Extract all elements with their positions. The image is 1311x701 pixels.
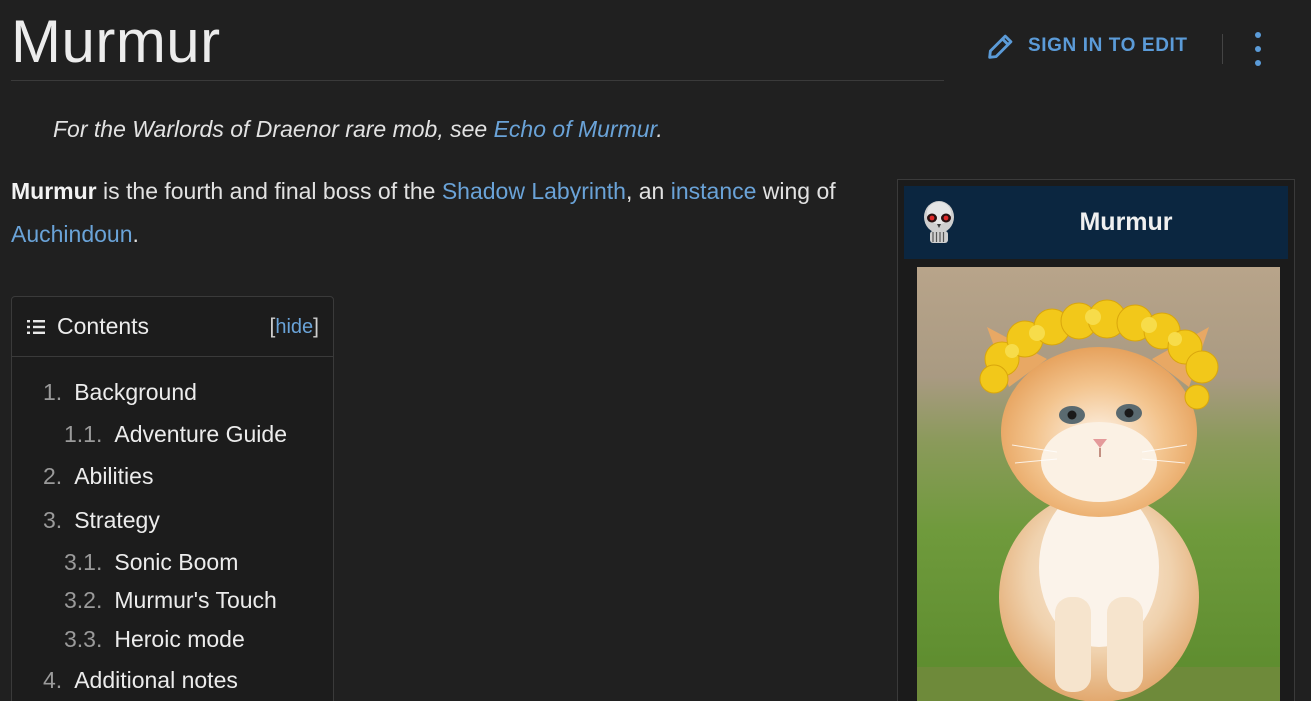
toc-hide-link[interactable]: hide xyxy=(275,316,313,338)
more-options-icon[interactable] xyxy=(1249,32,1267,66)
toc-item-heroic-mode[interactable]: 3.3. Heroic mode xyxy=(64,626,245,653)
toc-item-label: Heroic mode xyxy=(114,626,245,652)
toc-item-number: 3.3. xyxy=(64,626,103,652)
infobox-title: Murmur xyxy=(1079,208,1173,236)
table-of-contents: Contents [hide] 1. Background 1.1. Adventu… xyxy=(11,296,334,701)
infobox-header: Murmur xyxy=(904,186,1288,259)
link-shadow-labyrinth[interactable]: Shadow Labyrinth xyxy=(442,178,626,204)
toc-item-additional-notes[interactable]: 4. Additional notes xyxy=(43,667,238,694)
toc-item-background[interactable]: 1. Background xyxy=(43,379,197,406)
page-title: Murmur xyxy=(11,8,221,75)
toc-item-murmurs-touch[interactable]: 3.2. Murmur's Touch xyxy=(64,587,277,614)
header-separator xyxy=(1222,34,1223,64)
link-auchindoun[interactable]: Auchindoun xyxy=(11,221,133,247)
toc-item-number: 3. xyxy=(43,507,63,533)
hatnote-suffix: . xyxy=(656,116,663,142)
link-instance[interactable]: instance xyxy=(671,178,757,204)
toc-item-label: Strategy xyxy=(74,507,160,533)
skull-boss-icon xyxy=(924,201,954,243)
toc-item-label: Additional notes xyxy=(74,667,238,693)
infobox: Murmur xyxy=(897,179,1295,701)
toc-title: Contents xyxy=(57,313,150,339)
wiki-page: Murmur SIGN IN TO EDIT For the Warlords … xyxy=(0,0,1311,701)
toc-item-label: Background xyxy=(74,379,197,405)
intro-paragraph: Murmur is the fourth and final boss of t… xyxy=(11,170,881,256)
sign-in-to-edit-label: SIGN IN TO EDIT xyxy=(1028,35,1188,56)
toc-item-number: 3.2. xyxy=(64,587,103,613)
toc-item-number: 3.1. xyxy=(64,549,103,575)
title-divider xyxy=(11,80,944,81)
bracket-close: ] xyxy=(313,314,319,338)
intro-text: , an xyxy=(625,178,671,204)
toc-item-label: Abilities xyxy=(74,463,154,489)
toc-item-adventure-guide[interactable]: 1.1. Adventure Guide xyxy=(64,421,287,448)
intro-text: . xyxy=(132,221,139,247)
toc-item-number: 4. xyxy=(43,667,63,693)
intro-subject: Murmur xyxy=(11,178,97,204)
list-icon xyxy=(27,319,45,334)
toc-item-abilities[interactable]: 2. Abilities xyxy=(43,463,153,490)
hatnote-link-echo-of-murmur[interactable]: Echo of Murmur xyxy=(494,116,657,142)
toc-hide-toggle: [hide] xyxy=(270,315,320,339)
toc-item-number: 1.1. xyxy=(64,421,103,447)
toc-item-sonic-boom[interactable]: 3.1. Sonic Boom xyxy=(64,549,238,576)
intro-text: is the fourth and final boss of the xyxy=(96,178,442,204)
toc-item-number: 2. xyxy=(43,463,63,489)
toc-item-label: Murmur's Touch xyxy=(114,587,277,613)
toc-item-label: Adventure Guide xyxy=(114,421,287,447)
intro-text: wing of xyxy=(756,178,836,204)
toc-item-label: Sonic Boom xyxy=(114,549,239,575)
toc-item-strategy[interactable]: 3. Strategy xyxy=(43,507,160,534)
infobox-image[interactable] xyxy=(917,267,1280,701)
toc-header: Contents [hide] xyxy=(12,297,333,357)
hatnote: For the Warlords of Draenor rare mob, se… xyxy=(53,116,663,143)
kitten-with-flower-crown-image xyxy=(917,267,1280,701)
sign-in-to-edit-button[interactable]: SIGN IN TO EDIT xyxy=(984,28,1188,64)
toc-item-number: 1. xyxy=(43,379,63,405)
hatnote-prefix: For the Warlords of Draenor rare mob, se… xyxy=(53,116,494,142)
pencil-icon xyxy=(988,34,1013,59)
